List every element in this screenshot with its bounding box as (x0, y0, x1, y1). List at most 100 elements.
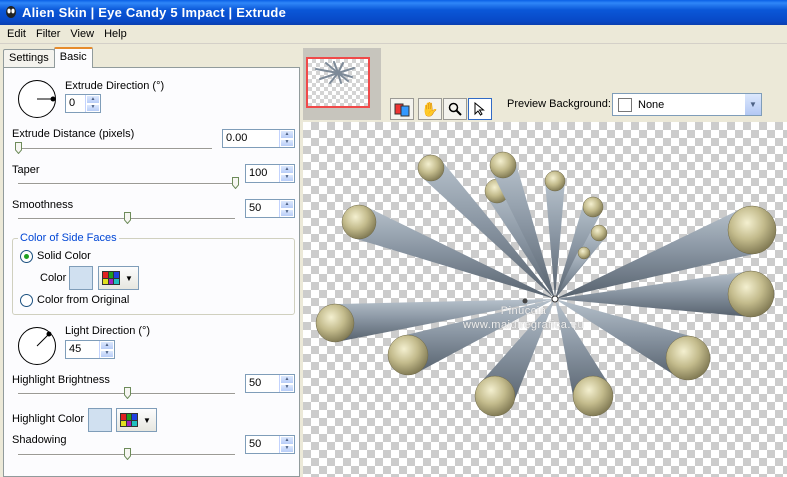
side-faces-group: Color of Side Faces Solid Color Color ▼ … (12, 232, 295, 315)
tab-settings[interactable]: Settings (3, 49, 55, 68)
zoom-tool-button[interactable] (443, 98, 467, 120)
spin-down-icon[interactable]: ▼ (280, 383, 294, 392)
highlight-brightness-value[interactable]: 50 (246, 375, 279, 392)
extrude-cap (577, 246, 591, 260)
spin-down-icon[interactable]: ▼ (86, 103, 100, 112)
extrude-direction-spinner[interactable]: 0 ▲ ▼ (65, 94, 101, 113)
slider-thumb-icon[interactable] (15, 142, 22, 154)
highlight-color-picker-button[interactable]: ▼ (116, 408, 157, 432)
extrude-cap (474, 375, 516, 417)
hand-icon: ✋ (421, 100, 439, 117)
slider-thumb-icon[interactable] (123, 212, 131, 224)
shadowing-label: Shadowing (12, 434, 67, 446)
extrude-cap (590, 224, 608, 242)
highlight-brightness-spinner[interactable]: 50 ▲ ▼ (245, 374, 295, 393)
slider-thumb-icon[interactable] (123, 448, 131, 460)
hand-tool-button[interactable]: ✋ (418, 98, 442, 120)
smoothness-slider[interactable] (18, 212, 235, 226)
smoothness-spinner[interactable]: 50 ▲ ▼ (245, 199, 295, 218)
extrude-cap (727, 270, 775, 318)
extrude-preview-image (315, 151, 777, 417)
shadowing-spinner[interactable]: 50 ▲ ▼ (245, 435, 295, 454)
light-direction-value[interactable]: 45 (66, 341, 99, 358)
extrude-cap (341, 204, 377, 240)
spin-down-icon[interactable]: ▼ (100, 349, 114, 358)
side-color-swatch[interactable] (69, 266, 93, 290)
compare-icon (394, 103, 410, 117)
extrude-distance-spinner[interactable]: 0.00 ▲ ▼ (222, 129, 295, 148)
smoothness-label: Smoothness (12, 199, 74, 211)
preview-background-value: None (638, 98, 665, 111)
spin-up-icon[interactable]: ▲ (280, 375, 294, 384)
navigator-thumbnail[interactable] (306, 57, 370, 108)
extrude-cap (315, 303, 355, 343)
light-direction-spinner[interactable]: 45 ▲ ▼ (65, 340, 115, 359)
light-direction-label: Light Direction (°) (65, 325, 151, 337)
extrude-distance-value[interactable]: 0.00 (223, 130, 279, 147)
highlight-brightness-label: Highlight Brightness (12, 374, 110, 386)
extrude-distance-label: Extrude Distance (pixels) (12, 128, 135, 140)
spin-down-icon[interactable]: ▼ (280, 138, 294, 147)
menu-edit[interactable]: Edit (2, 28, 31, 40)
menu-help[interactable]: Help (99, 28, 132, 40)
taper-value[interactable]: 100 (246, 165, 279, 182)
spin-up-icon[interactable]: ▲ (100, 341, 114, 350)
highlight-color-swatch[interactable] (88, 408, 112, 432)
color-from-original-label[interactable]: Color from Original (37, 294, 129, 306)
extrude-cap (417, 154, 445, 182)
preview-background-select[interactable]: None ▼ (612, 93, 762, 116)
color-grid-icon (120, 413, 138, 427)
background-swatch (618, 97, 632, 112)
solid-color-radio[interactable] (20, 250, 33, 263)
magnifier-icon (448, 102, 462, 116)
chevron-down-icon: ▼ (143, 415, 151, 425)
chevron-down-icon[interactable]: ▼ (744, 94, 761, 115)
extrude-direction-label: Extrude Direction (°) (65, 80, 165, 92)
compare-tool-button[interactable] (390, 98, 414, 120)
preview-canvas[interactable]: Pinuccia www.maidiregrafica.eu (303, 122, 787, 477)
extrude-cap (727, 205, 777, 255)
extrude-cap (665, 335, 711, 381)
menu-bar: Edit Filter View Help (0, 25, 787, 44)
taper-label: Taper (12, 164, 40, 176)
extrude-distance-slider[interactable] (15, 142, 212, 156)
window-title: Alien Skin | Eye Candy 5 Impact | Extrud… (22, 5, 286, 20)
slider-thumb-icon[interactable] (123, 387, 131, 399)
spin-down-icon[interactable]: ▼ (280, 444, 294, 453)
spin-up-icon[interactable]: ▲ (280, 200, 294, 209)
spin-down-icon[interactable]: ▼ (280, 208, 294, 217)
dial-needle-icon (37, 96, 56, 102)
spin-up-icon[interactable]: ▲ (280, 130, 294, 139)
highlight-brightness-slider[interactable] (18, 387, 235, 401)
chevron-down-icon: ▼ (125, 273, 133, 283)
extrude-cap (387, 334, 429, 376)
watermark-text: Pinuccia www.maidiregrafica.eu (463, 305, 585, 331)
shadowing-slider[interactable] (18, 448, 235, 462)
alien-skin-icon (6, 6, 16, 18)
tab-basic[interactable]: Basic (53, 47, 93, 68)
extrude-direction-dial[interactable] (18, 80, 56, 118)
spin-up-icon[interactable]: ▲ (280, 165, 294, 174)
thumbnail-preview-image (315, 61, 355, 84)
extrude-cap (544, 170, 566, 192)
shadowing-value[interactable]: 50 (246, 436, 279, 453)
pointer-tool-button[interactable] (468, 98, 492, 120)
extrude-direction-value[interactable]: 0 (66, 95, 85, 112)
basic-panel: Extrude Direction (°) 0 ▲ ▼ Extrude Dista… (3, 67, 300, 477)
taper-spinner[interactable]: 100 ▲ ▼ (245, 164, 295, 183)
color-from-original-radio[interactable] (20, 294, 33, 307)
menu-filter[interactable]: Filter (31, 28, 65, 40)
solid-color-label[interactable]: Solid Color (37, 250, 91, 262)
side-color-label: Color (40, 272, 67, 284)
dial-needle-icon (36, 331, 52, 347)
spin-up-icon[interactable]: ▲ (280, 436, 294, 445)
spin-up-icon[interactable]: ▲ (86, 95, 100, 104)
title-bar: Alien Skin | Eye Candy 5 Impact | Extrud… (0, 0, 787, 25)
smoothness-value[interactable]: 50 (246, 200, 279, 217)
menu-view[interactable]: View (65, 28, 99, 40)
spin-down-icon[interactable]: ▼ (280, 173, 294, 182)
side-color-picker-button[interactable]: ▼ (98, 266, 139, 290)
slider-thumb-icon[interactable] (232, 177, 239, 189)
light-direction-dial[interactable] (18, 327, 56, 365)
taper-slider[interactable] (18, 177, 239, 191)
